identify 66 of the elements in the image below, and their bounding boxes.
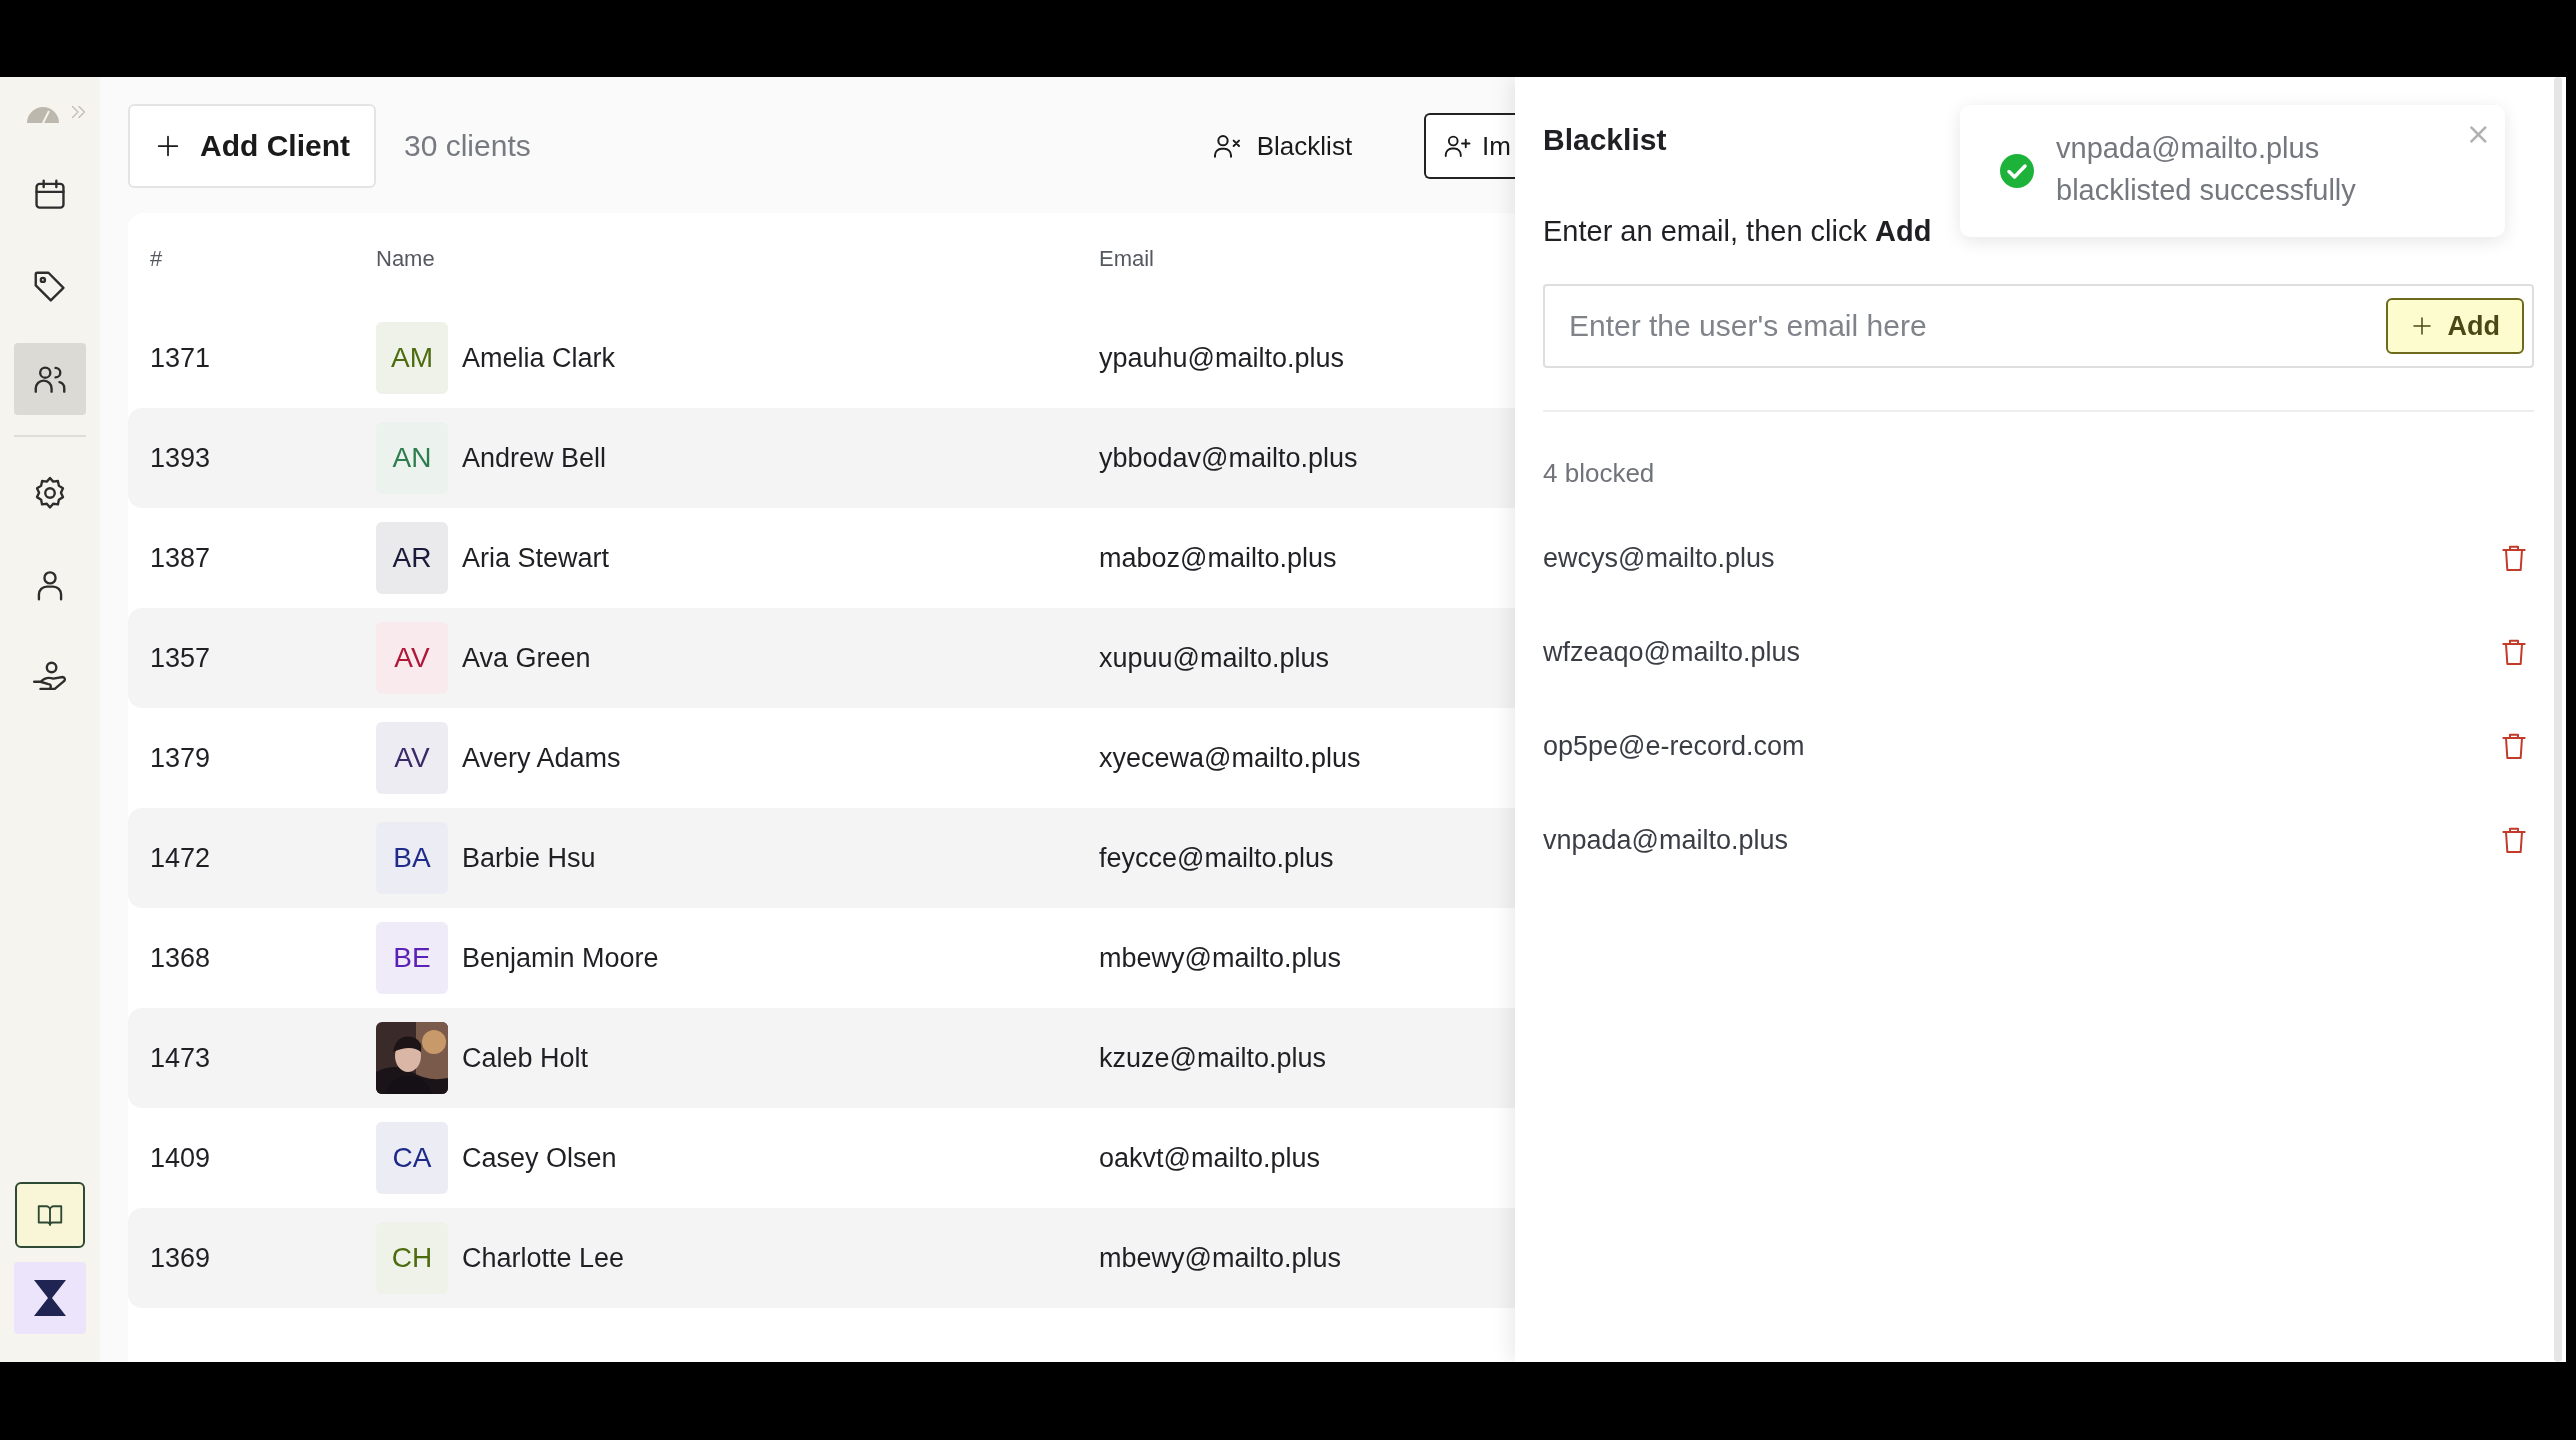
name-cell: Charlotte Lee [462,1242,625,1274]
id-cell-text: 1371 [150,342,212,374]
email-cell-text: kzuze@mailto.plus [1099,1042,1327,1074]
avatar: BE [376,922,448,994]
email-input-field[interactable]: Enter the user's email here Add [1543,284,2534,368]
id-cell-text: 1368 [150,942,212,974]
table-row[interactable]: 1357 AV Ava Green xupuu@mailto.plus [128,608,1515,708]
avatar: BA [376,822,448,894]
name-cell: Caleb Holt [462,1042,589,1074]
scrollbar[interactable] [2554,77,2562,1362]
name-cell: Ava Green [462,642,591,674]
table-row[interactable]: 1393 AN Andrew Bell ybbodav@mailto.plus [128,408,1515,508]
instruction-text: Enter an email, then click Add [1543,215,1932,248]
id-cell-text: 1393 [150,442,212,474]
blocked-email: op5pe@e-record.com [1543,730,1805,762]
id-cell-text: 1409 [150,1142,212,1174]
email-cell-text: mbewy@mailto.plus [1099,1242,1342,1274]
id-cell-text: 1387 [150,542,212,574]
users-icon[interactable] [14,343,86,415]
panel-title: Blacklist [1543,123,1667,158]
email-cell-text: ypauhu@mailto.plus [1099,342,1346,374]
email-cell-text: xupuu@mailto.plus [1099,642,1331,674]
avatar: CA [376,1122,448,1194]
avatar: AV [376,622,448,694]
name-cell: Amelia Clark [462,342,616,374]
column-header: Name [376,246,436,272]
hourglass-icon[interactable] [14,1262,86,1334]
column-header: # [150,246,164,272]
id-cell-text: 1472 [150,842,212,874]
blocked-email: ewcys@mailto.plus [1543,542,1775,574]
id-cell-text: 1473 [150,1042,212,1074]
add-client-button[interactable]: Add Client [128,104,376,188]
client-count: 30 clients [404,129,531,163]
avatar: AM [376,322,448,394]
blocked-email: vnpada@mailto.plus [1543,824,1789,856]
book-icon[interactable] [15,1182,85,1248]
table-row[interactable]: 1473 Caleb Holt kzuze@mailto.plus [128,1008,1515,1108]
name-cell: Aria Stewart [462,542,610,574]
import-button[interactable]: Im [1424,113,1515,179]
blocked-count: 4 blocked [1543,458,1656,489]
avatar: AN [376,422,448,494]
avatar: AV [376,722,448,794]
email-cell-text: feycce@mailto.plus [1099,842,1335,874]
avatar: CH [376,1222,448,1294]
table-row[interactable]: 1369 CH Charlotte Lee mbewy@mailto.plus [128,1208,1515,1308]
id-cell-text: 1357 [150,642,212,674]
id-cell-text: 1369 [150,1242,212,1274]
blocked-email: wfzeaqo@mailto.plus [1543,636,1801,668]
toast-message: vnpada@mailto.plus blacklisted successfully [2056,131,2357,208]
add-button[interactable]: Add [2385,298,2524,354]
email-cell-text: xyecewa@mailto.plus [1099,742,1362,774]
name-cell: Barbie Hsu [462,842,596,874]
name-cell: Benjamin Moore [462,942,659,974]
id-cell-text: 1379 [150,742,212,774]
column-header: Email [1099,246,1155,272]
avatar: AR [376,522,448,594]
email-cell-text: ybbodav@mailto.plus [1099,442,1359,474]
blacklist-button[interactable]: Blacklist [1198,130,1365,162]
table-row[interactable]: 1472 BA Barbie Hsu feycce@mailto.plus [128,808,1515,908]
email-cell-text: oakvt@mailto.plus [1099,1142,1321,1174]
name-cell: Avery Adams [462,742,621,774]
email-cell-text: mbewy@mailto.plus [1099,942,1342,974]
success-check-icon [2000,154,2034,188]
name-cell: Andrew Bell [462,442,607,474]
name-cell: Casey Olsen [462,1142,617,1174]
email-cell-text: maboz@mailto.plus [1099,542,1338,574]
